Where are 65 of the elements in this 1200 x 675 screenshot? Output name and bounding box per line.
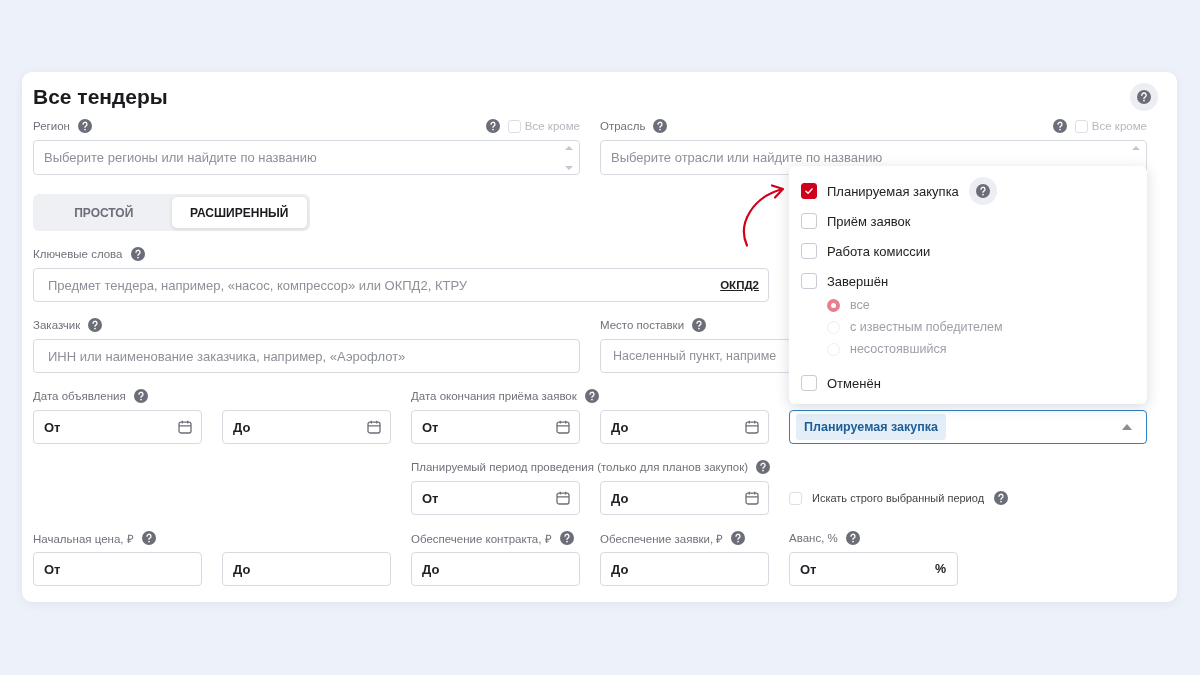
field-label: Ключевые слова — [33, 248, 123, 260]
help-icon[interactable] — [88, 318, 103, 332]
help-icon[interactable] — [133, 389, 148, 403]
help-icon[interactable] — [485, 119, 500, 133]
help-icon[interactable] — [756, 460, 770, 474]
help-icon[interactable] — [141, 531, 156, 545]
field-label: Начальная цена, ₽ — [33, 531, 134, 546]
calendar-icon[interactable] — [178, 420, 192, 434]
help-icon[interactable] — [1130, 83, 1158, 111]
help-icon[interactable] — [692, 318, 707, 332]
checkbox[interactable] — [801, 183, 817, 199]
help-icon[interactable] — [845, 531, 860, 545]
multi-select-field[interactable]: Выберите регионы или найдите по названию — [33, 140, 580, 175]
field-label: Планируемый период проведения (только для планов закупок) — [411, 461, 748, 473]
calendar-icon[interactable] — [745, 491, 759, 505]
calendar-icon[interactable] — [556, 420, 570, 434]
option-label[interactable]: Отменён — [827, 375, 881, 391]
field-label: Дата объявления — [33, 390, 126, 402]
date-field[interactable]: До — [600, 481, 769, 515]
date-field[interactable]: От — [33, 410, 202, 444]
date-field[interactable]: От — [411, 481, 580, 515]
mode-tab[interactable]: ПРОСТОЙ — [36, 197, 172, 228]
checkbox-label: Все кроме — [524, 120, 580, 132]
percent-suffix: % — [934, 562, 946, 576]
help-icon[interactable] — [653, 119, 668, 133]
mode-tab[interactable]: РАСШИРЕННЫЙ — [171, 197, 307, 228]
date-field[interactable]: До — [600, 410, 769, 444]
amount-field[interactable]: До — [411, 552, 580, 586]
calendar-icon[interactable] — [745, 420, 759, 434]
help-icon[interactable] — [968, 177, 997, 205]
arrow-annotation — [742, 184, 785, 247]
option-label[interactable]: Планируемая закупка — [827, 183, 959, 199]
selected-chip: Планируемая закупка — [796, 414, 946, 440]
option-label[interactable]: Работа комиссии — [827, 243, 931, 259]
field-label: Место поставки — [600, 319, 685, 331]
checkbox-label: Все кроме — [1091, 120, 1147, 132]
option-label[interactable]: Приём заявок — [827, 213, 911, 229]
price-field[interactable]: От — [33, 552, 202, 586]
date-field[interactable]: От — [411, 410, 580, 444]
help-icon[interactable] — [130, 247, 145, 261]
field-label: Регион — [33, 120, 70, 132]
page-title: Все тендеры — [33, 85, 168, 109]
field-label: Отрасль — [600, 120, 646, 132]
stage-select[interactable]: Планируемая закупка — [789, 410, 1147, 444]
checkbox-label: Искать строго выбранный период — [812, 492, 985, 504]
field-label: Обеспечение заявки, ₽ — [600, 531, 724, 546]
field-label: Аванс, % — [789, 532, 838, 544]
date-field[interactable]: До — [222, 410, 391, 444]
amount-field[interactable]: До — [600, 552, 769, 586]
help-icon[interactable] — [559, 531, 574, 545]
calendar-icon[interactable] — [367, 420, 381, 434]
help-icon[interactable] — [731, 531, 746, 545]
price-field[interactable]: До — [222, 552, 391, 586]
calendar-icon[interactable] — [556, 491, 570, 505]
okpd2-link[interactable]: ОКПД2 — [720, 279, 759, 291]
help-icon[interactable] — [584, 389, 599, 403]
help-icon[interactable] — [994, 491, 1009, 505]
field-label: Заказчик — [33, 319, 81, 331]
field-label: Дата окончания приёма заявок — [411, 390, 577, 402]
caret-icon[interactable] — [1122, 424, 1132, 430]
option-label[interactable]: Завершён — [827, 273, 889, 289]
customer-field[interactable]: ИНН или наименование заказчика, например, «Аэрофлот» — [33, 339, 580, 373]
help-icon[interactable] — [1052, 119, 1067, 133]
field-label: Обеспечение контракта, ₽ — [411, 531, 552, 546]
help-icon[interactable] — [77, 119, 92, 133]
